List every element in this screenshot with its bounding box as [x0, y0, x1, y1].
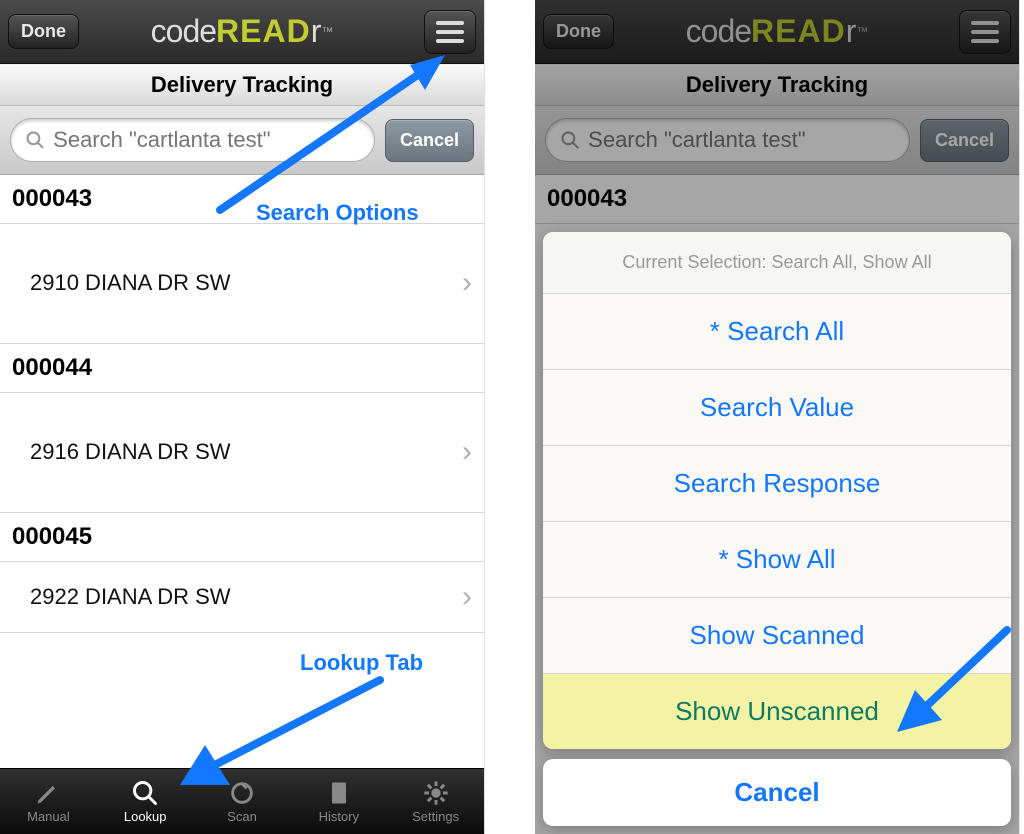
screen-right: Done codeREADr™ Delivery Tracking Cancel…: [535, 0, 1020, 834]
action-sheet-item-search-response[interactable]: Search Response: [543, 446, 1011, 522]
pencil-icon: [34, 779, 62, 807]
list-item[interactable]: 2916 DIANA DR SW ›: [0, 393, 484, 513]
action-sheet-item-show-scanned[interactable]: Show Scanned: [543, 598, 1011, 674]
action-sheet: Current Selection: Search All, Show All …: [543, 232, 1011, 826]
menu-button[interactable]: [424, 10, 476, 54]
tab-lookup[interactable]: Lookup: [97, 769, 194, 834]
screen-left: Done codeREADr™ Delivery Tracking Cancel…: [0, 0, 485, 834]
tab-manual[interactable]: Manual: [0, 769, 97, 834]
results-list[interactable]: 000043 2910 DIANA DR SW › 000044 2916 DI…: [0, 175, 484, 768]
record-id: 000045: [0, 513, 484, 562]
action-sheet-item-show-unscanned[interactable]: Show Unscanned: [543, 674, 1011, 749]
gear-icon: [422, 779, 450, 807]
action-sheet-item-search-value[interactable]: Search Value: [543, 370, 1011, 446]
search-icon: [25, 129, 45, 151]
top-bar: Done codeREADr™: [0, 0, 484, 64]
search-input[interactable]: [53, 127, 360, 153]
record-address: 2916 DIANA DR SW: [30, 439, 231, 465]
list-item[interactable]: 2910 DIANA DR SW ›: [0, 224, 484, 344]
tab-scan[interactable]: Scan: [194, 769, 291, 834]
action-sheet-item-show-all[interactable]: * Show All: [543, 522, 1011, 598]
tab-bar: Manual Lookup Scan History Settings: [0, 768, 484, 834]
record-address: 2910 DIANA DR SW: [30, 270, 231, 296]
action-sheet-header: Current Selection: Search All, Show All: [543, 232, 1011, 294]
record-id: 000043: [0, 175, 484, 224]
search-field[interactable]: [10, 118, 375, 162]
tab-settings[interactable]: Settings: [387, 769, 484, 834]
chevron-right-icon: ›: [462, 580, 472, 614]
action-sheet-group: Current Selection: Search All, Show All …: [543, 232, 1011, 749]
search-cancel-button[interactable]: Cancel: [385, 119, 474, 162]
done-button[interactable]: Done: [8, 14, 79, 49]
action-sheet-item-search-all[interactable]: * Search All: [543, 294, 1011, 370]
document-icon: [325, 779, 353, 807]
section-title: Delivery Tracking: [0, 64, 484, 106]
search-bar: Cancel: [0, 106, 484, 175]
list-item[interactable]: 2922 DIANA DR SW ›: [0, 562, 484, 633]
tab-history[interactable]: History: [290, 769, 387, 834]
search-icon: [131, 779, 159, 807]
record-id: 000044: [0, 344, 484, 393]
action-sheet-cancel[interactable]: Cancel: [543, 759, 1011, 826]
chevron-right-icon: ›: [462, 266, 472, 300]
record-address: 2922 DIANA DR SW: [30, 584, 231, 610]
chevron-right-icon: ›: [462, 435, 472, 469]
barcode-scanner-icon: [228, 779, 256, 807]
